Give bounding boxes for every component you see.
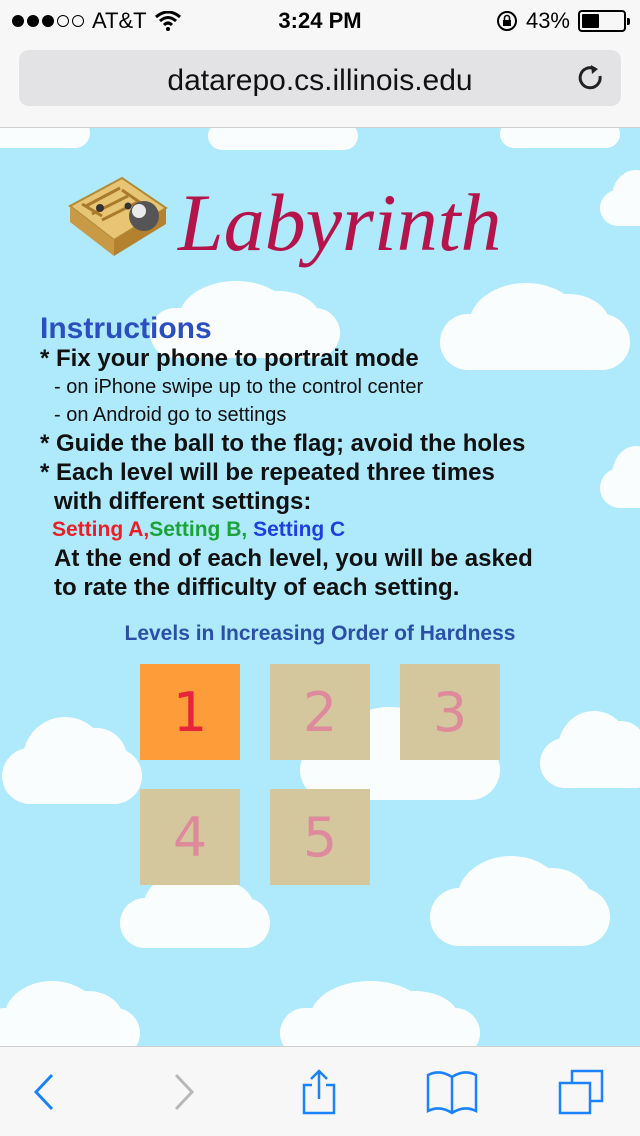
level-button-5[interactable]: 5	[270, 789, 370, 885]
battery-level	[582, 14, 600, 28]
instruction-line: * Guide the ball to the flag; avoid the …	[40, 430, 526, 457]
instruction-subline: - on iPhone swipe up to the control cent…	[54, 376, 424, 398]
level-button-4[interactable]: 4	[140, 789, 240, 885]
setting-a-label: Setting A,	[52, 518, 150, 541]
instruction-line: to rate the difficulty of each setting.	[54, 574, 460, 601]
cloud-decoration	[2, 717, 142, 804]
cloud-decoration	[280, 980, 480, 1046]
instructions-block: Instructions * Fix your phone to portrai…	[40, 314, 620, 602]
cloud-decoration	[540, 710, 640, 788]
cloud-decoration	[0, 980, 140, 1046]
share-icon[interactable]	[296, 1069, 342, 1115]
level-button-2[interactable]: 2	[270, 664, 370, 760]
book-icon[interactable]	[426, 1069, 478, 1115]
instruction-line: * Fix your phone to portrait mode	[40, 345, 419, 372]
rotation-lock-icon	[496, 11, 517, 31]
level-button-1[interactable]: 1	[140, 664, 240, 760]
web-page: Labyrinth Instructions * Fix your phone …	[0, 128, 640, 1046]
level-button-3[interactable]: 3	[400, 664, 500, 760]
setting-b-label: Setting B,	[149, 518, 254, 541]
address-bar[interactable]: datarepo.cs.illinois.edu	[19, 50, 621, 106]
cloud-decoration	[600, 170, 640, 226]
cloud-decoration	[208, 128, 358, 150]
cloud-decoration	[430, 856, 610, 946]
instruction-line: At the end of each level, you will be as…	[54, 545, 533, 572]
chevron-right-icon[interactable]	[160, 1069, 206, 1115]
battery-percent: 43%	[525, 8, 570, 33]
battery-icon	[578, 10, 630, 32]
instruction-subline: - on Android go to settings	[54, 404, 287, 426]
url-text[interactable]: datarepo.cs.illinois.edu	[19, 64, 621, 98]
settings-legend: Setting A,Setting B, Setting C	[40, 516, 620, 544]
labyrinth-logo-icon	[68, 176, 168, 256]
address-bar-area: datarepo.cs.illinois.edu	[0, 40, 640, 128]
levels-heading: Levels in Increasing Order of Hardness	[124, 622, 516, 645]
instruction-line: * Each level will be repeated three time…	[40, 459, 495, 486]
chevron-left-icon[interactable]	[22, 1069, 68, 1115]
page-title: Labyrinth	[178, 177, 502, 268]
instruction-line: with different settings:	[54, 488, 312, 515]
browser-toolbar	[0, 1046, 640, 1136]
cloud-decoration	[120, 870, 270, 948]
cloud-decoration	[500, 128, 620, 148]
tabs-icon[interactable]	[558, 1069, 604, 1115]
status-right: 43%	[496, 8, 630, 34]
cloud-decoration	[0, 128, 90, 148]
reload-icon[interactable]	[575, 62, 607, 94]
status-bar: AT&T 3:24 PM 43%	[0, 0, 640, 40]
setting-c-label: Setting C	[253, 518, 346, 541]
instructions-heading: Instructions	[40, 312, 212, 345]
